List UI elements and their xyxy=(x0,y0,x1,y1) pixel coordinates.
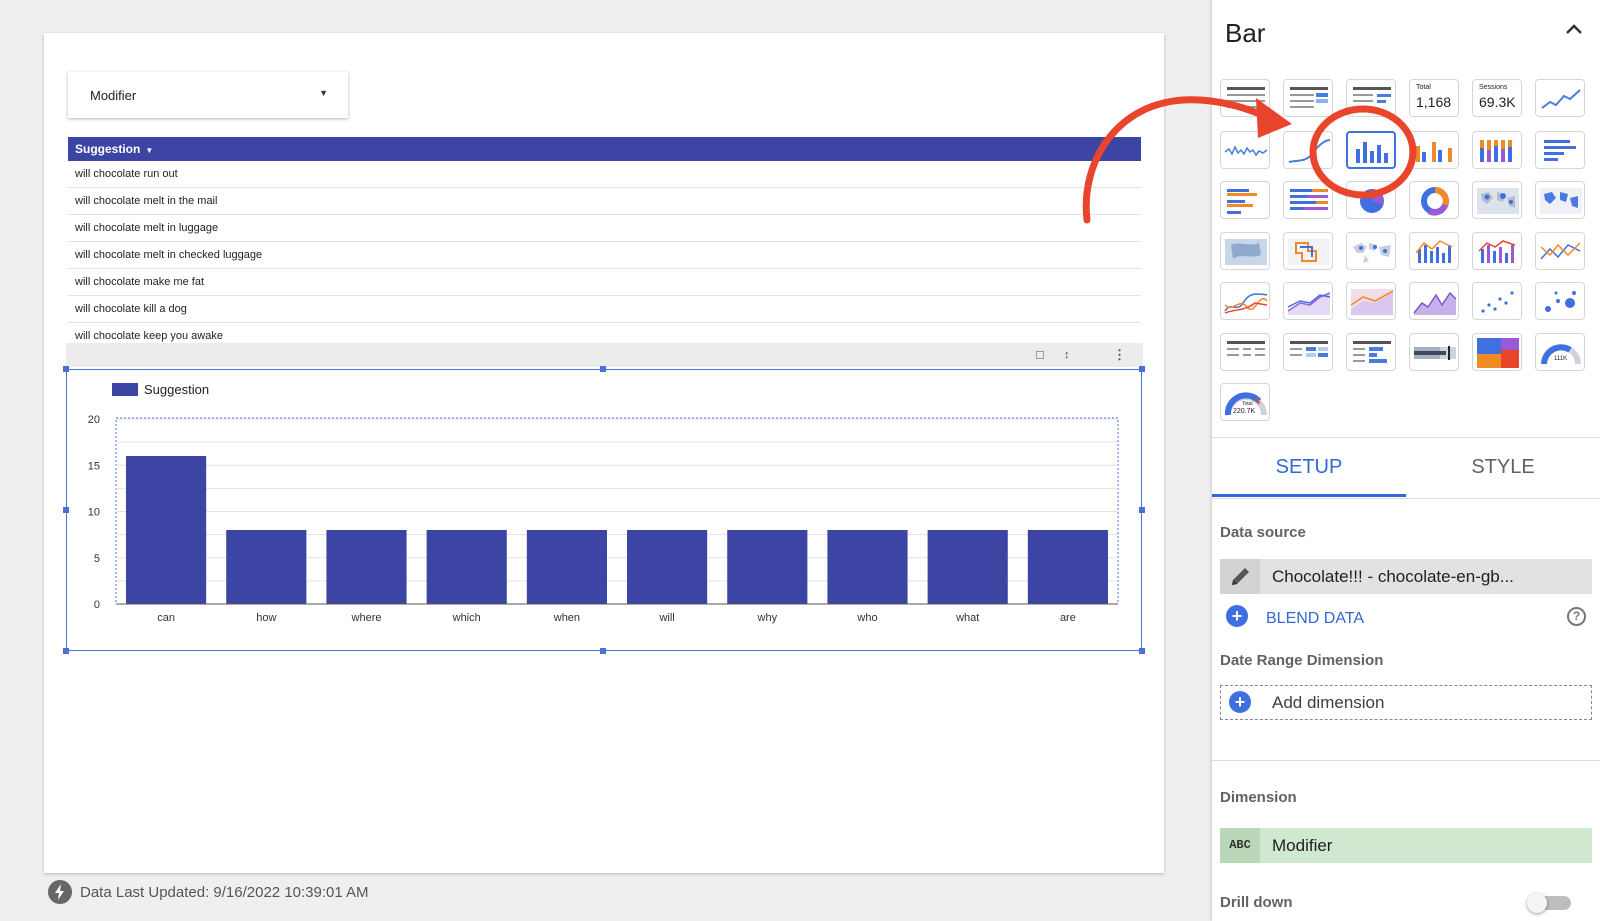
gauge-value: 111K xyxy=(1554,356,1568,362)
pivot-table-icon[interactable] xyxy=(1220,333,1270,371)
sort-az-icon[interactable]: ↕ xyxy=(1064,347,1070,363)
chart-bar[interactable] xyxy=(326,530,407,604)
help-icon[interactable]: ? xyxy=(1567,607,1586,626)
table-row[interactable]: will chocolate melt in luggage xyxy=(68,215,1141,242)
tab-style[interactable]: STYLE xyxy=(1406,438,1600,496)
scorecard-sessions-icon[interactable]: Sessions 69.3K xyxy=(1472,79,1522,117)
stacked-column-icon[interactable] xyxy=(1472,131,1522,169)
legend-swatch xyxy=(112,383,138,396)
stacked-combo-icon[interactable] xyxy=(1472,232,1522,270)
gauge-icon[interactable]: 111K xyxy=(1535,333,1585,371)
add-dimension-icon[interactable]: + xyxy=(1229,691,1251,713)
more-options-icon[interactable]: ⋮ xyxy=(1113,347,1126,363)
chart-bar[interactable] xyxy=(526,530,607,604)
modifier-dropdown-label: Modifier xyxy=(90,88,137,103)
drill-down-title: Drill down xyxy=(1220,894,1293,911)
add-dimension-label[interactable]: Add dimension xyxy=(1272,693,1384,713)
pivot-heatmap-icon[interactable] xyxy=(1283,333,1333,371)
bullet-chart-icon[interactable] xyxy=(1409,333,1459,371)
chart-bar[interactable] xyxy=(126,456,207,604)
data-updated-text: Data Last Updated: 9/16/2022 10:39:01 AM xyxy=(80,884,369,901)
y-tick-label: 0 xyxy=(94,599,100,611)
chart-bar[interactable] xyxy=(1027,530,1108,604)
legend-label: Suggestion xyxy=(144,382,209,397)
panel-tabs: SETUP STYLE xyxy=(1212,437,1600,499)
panel-title: Bar xyxy=(1225,18,1266,48)
tab-setup[interactable]: SETUP xyxy=(1212,438,1406,497)
table-row[interactable]: will chocolate melt in checked luggage xyxy=(68,242,1141,269)
select-area-icon[interactable]: □ xyxy=(1036,347,1044,363)
geo-map-icon[interactable] xyxy=(1535,181,1585,219)
gauge-value: 220.7K xyxy=(1233,408,1256,415)
x-tick-label: why xyxy=(757,612,778,624)
data-source-title: Data source xyxy=(1220,524,1306,541)
collapse-chevron-icon[interactable] xyxy=(1565,20,1583,38)
dimension-name[interactable]: Modifier xyxy=(1272,836,1332,856)
bar-chart-icon[interactable] xyxy=(1535,131,1585,169)
chart-bar[interactable] xyxy=(927,530,1008,604)
chart-bar[interactable] xyxy=(827,530,908,604)
suggestion-table[interactable]: Suggestion ▼ will chocolate run out will … xyxy=(68,137,1141,347)
scatter-chart-icon[interactable] xyxy=(1472,282,1522,320)
chart-toolbar: □ ↕ ⋮ xyxy=(66,343,1143,367)
sparkline-icon[interactable] xyxy=(1535,79,1585,117)
x-tick-label: what xyxy=(955,612,979,624)
section-divider xyxy=(1212,760,1600,761)
edit-pencil-icon[interactable] xyxy=(1220,559,1260,594)
x-tick-label: are xyxy=(1060,612,1076,624)
chart-bar[interactable] xyxy=(627,530,708,604)
table-row[interactable]: will chocolate make me fat xyxy=(68,269,1141,296)
table-row[interactable]: will chocolate melt in the mail xyxy=(68,188,1141,215)
x-tick-label: where xyxy=(351,612,382,624)
highlight-circle-icon xyxy=(1309,105,1417,199)
bubble-chart-icon[interactable] xyxy=(1535,282,1585,320)
gauge-label: Total xyxy=(1242,401,1253,407)
combo-chart-icon[interactable] xyxy=(1409,232,1459,270)
multi-line-icon[interactable] xyxy=(1535,232,1585,270)
world-bubble-icon[interactable] xyxy=(1346,232,1396,270)
blend-data-button[interactable]: BLEND DATA xyxy=(1266,610,1364,628)
add-blend-icon[interactable]: + xyxy=(1226,605,1248,627)
x-tick-label: can xyxy=(157,612,175,624)
y-tick-label: 10 xyxy=(88,507,100,519)
gauge-large-icon[interactable]: Total 220.7K xyxy=(1220,383,1270,421)
smooth-multi-line-icon[interactable] xyxy=(1220,282,1270,320)
percent-area-icon[interactable] xyxy=(1409,282,1459,320)
chart-bar[interactable] xyxy=(727,530,808,604)
y-tick-label: 20 xyxy=(88,414,100,426)
x-tick-label: when xyxy=(553,612,580,624)
modifier-dropdown[interactable]: Modifier ▼ xyxy=(68,72,348,118)
pivot-bars-icon[interactable] xyxy=(1346,333,1396,371)
chart-bar[interactable] xyxy=(426,530,507,604)
text-type-badge: ABC xyxy=(1220,828,1260,863)
treemap-icon[interactable] xyxy=(1472,333,1522,371)
table-row[interactable]: will chocolate run out xyxy=(68,161,1141,188)
x-tick-label: who xyxy=(856,612,877,624)
lightning-icon xyxy=(48,880,72,904)
filled-map-icon[interactable] xyxy=(1283,232,1333,270)
table-row[interactable]: will chocolate kill a dog xyxy=(68,296,1141,323)
x-tick-label: how xyxy=(256,612,276,624)
scorecard-value: 69.3K xyxy=(1479,94,1516,110)
table-header-label: Suggestion xyxy=(75,142,141,156)
x-tick-label: will xyxy=(658,612,674,624)
date-range-title: Date Range Dimension xyxy=(1220,652,1384,669)
x-tick-label: which xyxy=(452,612,481,624)
chart-bar[interactable] xyxy=(226,530,307,604)
scorecard-label: Sessions xyxy=(1479,84,1508,91)
toggle-knob[interactable] xyxy=(1527,893,1547,913)
dropdown-caret-icon: ▼ xyxy=(319,88,328,98)
dimension-title: Dimension xyxy=(1220,789,1297,806)
table-header[interactable]: Suggestion ▼ xyxy=(68,137,1141,161)
data-source-name[interactable]: Chocolate!!! - chocolate-en-gb... xyxy=(1272,567,1514,587)
stacked-area-icon[interactable] xyxy=(1346,282,1396,320)
area-chart-icon[interactable] xyxy=(1283,282,1333,320)
google-map-icon[interactable] xyxy=(1220,232,1270,270)
y-tick-label: 5 xyxy=(94,553,100,565)
geo-bubble-map-icon[interactable] xyxy=(1472,181,1522,219)
y-tick-label: 15 xyxy=(88,460,100,472)
sort-arrow-icon: ▼ xyxy=(145,146,154,155)
bar-chart[interactable]: 0 5 10 15 20 can how where which when will why who wh… xyxy=(66,369,1142,651)
